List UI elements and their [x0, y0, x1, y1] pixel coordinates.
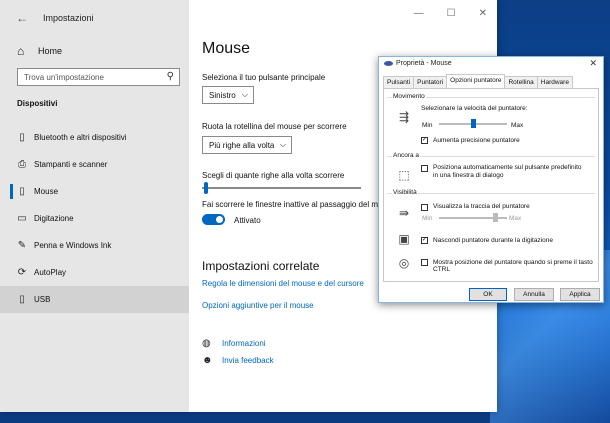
- sidebar-item-printers[interactable]: ⎙ Stampanti e scanner: [0, 151, 189, 178]
- snap-label-2: in una finestra di dialogo: [433, 172, 504, 179]
- snap-to-icon: ⬚: [398, 168, 410, 182]
- tab-buttons[interactable]: Pulsanti: [383, 76, 415, 88]
- lines-slider-track[interactable]: [202, 187, 361, 189]
- inactive-scroll-toggle[interactable]: [202, 214, 225, 225]
- wheel-label: Ruota la rotellina del mouse per scorrer…: [202, 122, 347, 131]
- lines-slider-thumb[interactable]: [204, 182, 208, 194]
- speed-slider-thumb[interactable]: [471, 119, 476, 128]
- sidebar-item-label: USB: [34, 295, 51, 304]
- wheel-value: Più righe alla volta: [209, 141, 275, 150]
- sidebar-item-label: Stampanti e scanner: [34, 160, 108, 169]
- sidebar-item-label: Mouse: [34, 187, 59, 196]
- pointer-speed-icon: ⇶: [398, 110, 410, 124]
- mouse-properties-dialog: Proprietà - Mouse ✕ Pulsanti Puntatori O…: [378, 56, 604, 303]
- additional-options-link[interactable]: Opzioni aggiuntive per il mouse: [202, 301, 314, 310]
- pen-icon: ✎: [17, 240, 27, 251]
- trails-label: Visualizza la traccia del puntatore: [433, 203, 530, 210]
- page-title: Mouse: [202, 40, 251, 57]
- home-icon: ⌂: [17, 44, 25, 58]
- pointer-size-link[interactable]: Regola le dimensioni del mouse e del cur…: [202, 279, 364, 288]
- sidebar-item-label: Penna e Windows Ink: [34, 241, 112, 250]
- search-placeholder: Trova un'impostazione: [24, 73, 104, 82]
- feedback-icon: ☻: [202, 355, 213, 366]
- apply-button[interactable]: Applica: [560, 288, 600, 301]
- sidebar-item-label: Bluetooth e altri dispositivi: [34, 133, 127, 142]
- hide-pointer-label: Nascondi puntatore durante la digitazion…: [433, 237, 553, 244]
- tab-pointers[interactable]: Puntatori: [413, 76, 448, 88]
- sidebar: ← Impostazioni ⌂ Home Trova un'impostazi…: [0, 0, 189, 412]
- primary-button-select[interactable]: Sinistro ⌵: [202, 86, 254, 104]
- info-label: Informazioni: [222, 339, 266, 348]
- keyboard-icon: ▭: [17, 213, 27, 224]
- trails-slider-thumb: [493, 213, 498, 222]
- ok-button[interactable]: OK: [469, 288, 507, 301]
- wheel-select[interactable]: Più righe alla volta ⌵: [202, 136, 292, 154]
- sidebar-item-typing[interactable]: ▭ Digitazione: [0, 205, 189, 232]
- feedback-label: Invia feedback: [222, 356, 274, 365]
- section-heading: Dispositivi: [17, 99, 58, 108]
- sidebar-item-label: AutoPlay: [34, 268, 67, 277]
- tab-wheel[interactable]: Rotellina: [504, 76, 538, 88]
- chevron-down-icon: ⌵: [241, 90, 248, 99]
- speed-min-label: Min: [422, 122, 433, 129]
- home-label: Home: [38, 46, 63, 56]
- search-input[interactable]: Trova un'impostazione ⚲: [17, 68, 180, 86]
- hide-pointer-checkbox[interactable]: ✓: [421, 237, 428, 244]
- home-button[interactable]: ⌂ Home: [17, 45, 62, 57]
- usb-icon: ▯: [19, 294, 25, 305]
- ctrl-locate-label: Mostra posizione del puntatore quando si…: [433, 259, 593, 273]
- ctrl-locate-icon: ◎: [398, 256, 410, 270]
- precision-checkbox[interactable]: ✓: [421, 137, 428, 144]
- window-title: Impostazioni: [43, 13, 94, 23]
- tab-panel: Movimento ⇶ Selezionare la velocità del …: [383, 88, 599, 282]
- pointer-trails-icon: ⇛: [398, 206, 410, 220]
- tab-hardware[interactable]: Hardware: [536, 76, 573, 88]
- printer-icon: ⎙: [18, 159, 26, 170]
- sidebar-item-label: Digitazione: [34, 214, 74, 223]
- related-settings-title: Impostazioni correlate: [202, 259, 320, 273]
- toggle-state-label: Attivato: [234, 216, 261, 225]
- cancel-button[interactable]: Annulla: [514, 288, 554, 301]
- group-title-snap: Ancora a: [392, 152, 421, 159]
- info-icon: ◍: [202, 338, 211, 349]
- mouse-icon: ▯: [19, 186, 25, 197]
- dialog-tabs: Pulsanti Puntatori Opzioni puntatore Rot…: [383, 74, 573, 88]
- inactive-scroll-label: Fai scorrere le finestre inattive al pas…: [202, 200, 383, 209]
- autoplay-icon: ⟳: [17, 267, 27, 278]
- primary-button-value: Sinistro: [209, 91, 236, 100]
- dialog-title: Proprietà - Mouse: [396, 60, 452, 67]
- sidebar-item-pen[interactable]: ✎ Penna e Windows Ink: [0, 232, 189, 259]
- precision-label: Aumenta precisione puntatore: [433, 137, 520, 144]
- back-arrow-icon[interactable]: ←: [16, 11, 28, 25]
- hide-pointer-icon: ▣: [398, 232, 410, 246]
- speed-label: Selezionare la velocità del puntatore:: [421, 105, 528, 112]
- speed-max-label: Max: [511, 122, 524, 129]
- sidebar-item-mouse[interactable]: ▯ Mouse: [0, 178, 189, 205]
- sidebar-item-autoplay[interactable]: ⟳ AutoPlay: [0, 259, 189, 286]
- mouse-icon: [384, 61, 393, 66]
- group-title-visibility: Visibilità: [392, 189, 418, 196]
- primary-button-label: Seleziona il tuo pulsante principale: [202, 73, 326, 82]
- trails-checkbox[interactable]: [421, 204, 428, 211]
- bluetooth-devices-icon: ▯: [19, 132, 25, 143]
- group-divider: [387, 193, 595, 194]
- snap-label-1: Posiziona automaticamente sul pulsante p…: [433, 164, 582, 171]
- close-icon[interactable]: ✕: [589, 58, 597, 69]
- chevron-down-icon: ⌵: [279, 140, 286, 149]
- info-link[interactable]: ◍ Informazioni: [202, 338, 266, 349]
- trails-max-label: Max: [509, 215, 522, 222]
- trails-min-label: Min: [422, 215, 433, 222]
- group-title-movement: Movimento: [392, 93, 426, 100]
- lines-label: Scegli di quante righe alla volta scorre…: [202, 171, 345, 180]
- snap-checkbox[interactable]: [421, 165, 428, 172]
- ctrl-locate-checkbox[interactable]: [421, 259, 428, 266]
- feedback-link[interactable]: ☻ Invia feedback: [202, 355, 274, 366]
- sidebar-item-bluetooth[interactable]: ▯ Bluetooth e altri dispositivi: [0, 124, 189, 151]
- search-icon[interactable]: ⚲: [167, 71, 174, 82]
- tab-pointer-options[interactable]: Opzioni puntatore: [446, 74, 506, 88]
- sidebar-item-usb[interactable]: ▯ USB: [0, 286, 189, 313]
- dialog-titlebar: Proprietà - Mouse ✕: [379, 57, 603, 72]
